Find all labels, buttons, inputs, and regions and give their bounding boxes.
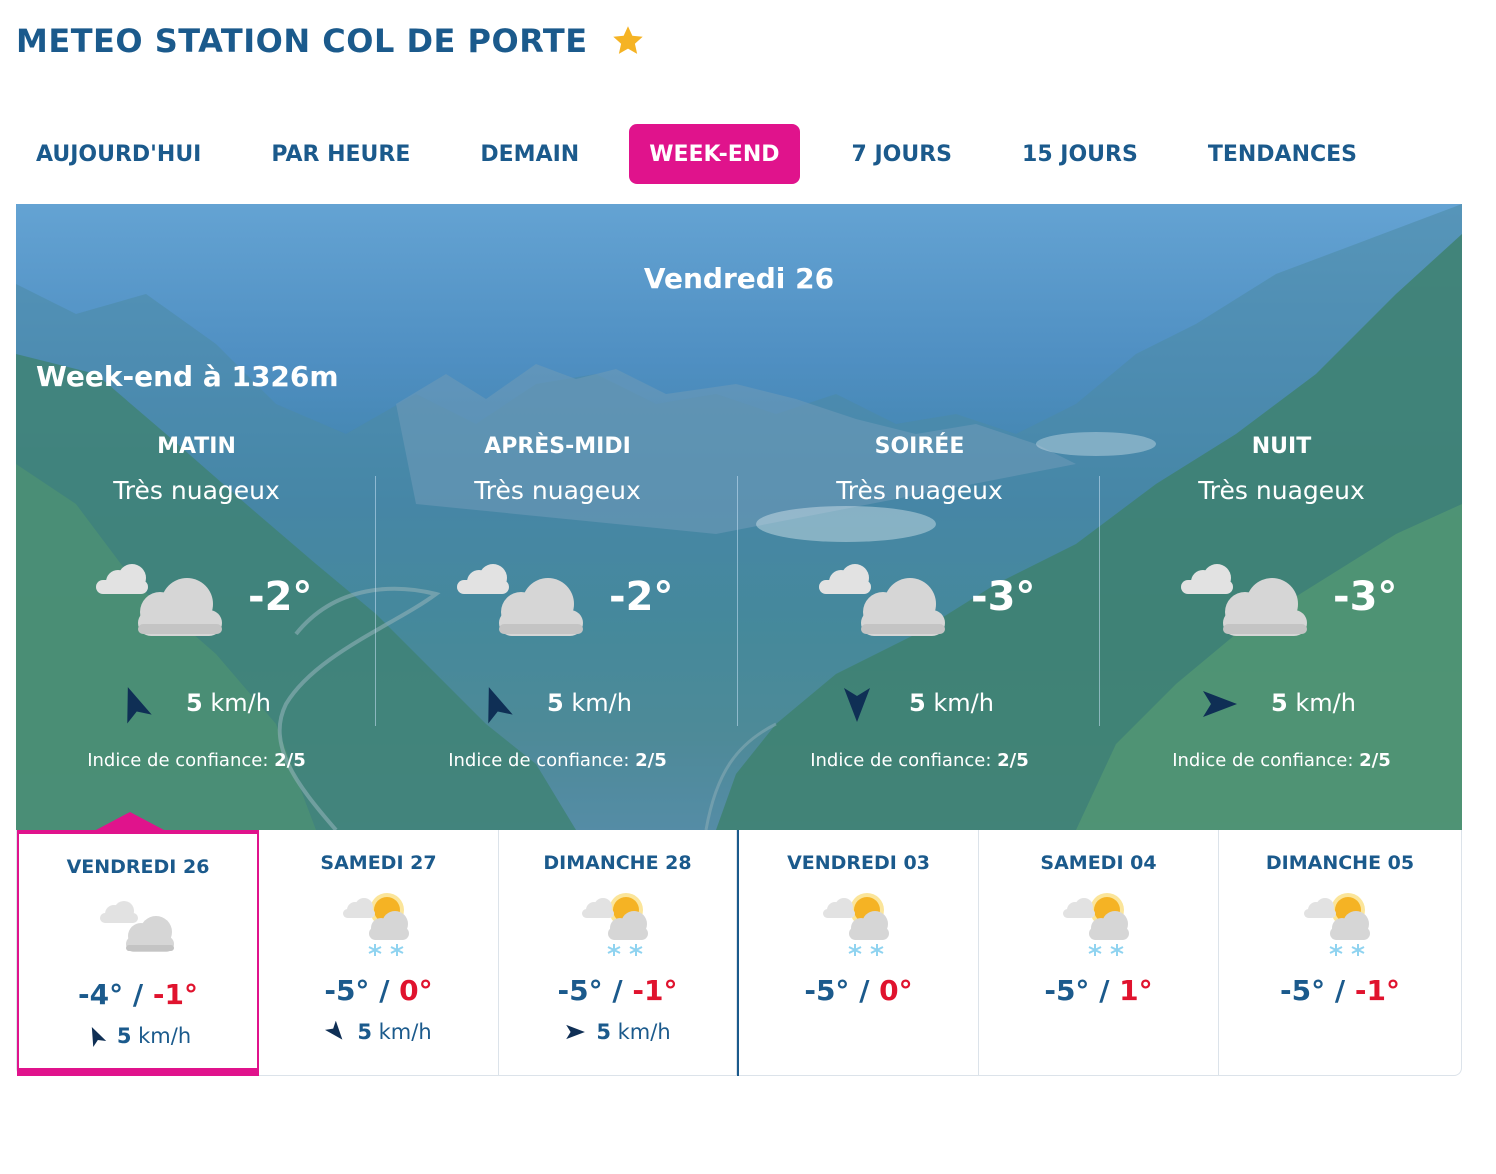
- wind-arrow-icon: [325, 1021, 343, 1040]
- day-strip: VENDREDI 26 -4° / -1° 5 km/h SAMEDI 27 -…: [16, 830, 1462, 1076]
- cloudy-icon: [1181, 564, 1307, 636]
- day-card-samedi-27[interactable]: SAMEDI 27 -5° / 0° 5 km/h: [259, 830, 499, 1076]
- period-temperature: -3°: [971, 574, 1036, 620]
- cloudy-icon: [96, 564, 222, 636]
- tab-15-jours[interactable]: 15 JOURS: [1002, 124, 1158, 184]
- period-matin: MATIN Très nuageux -2° 5 km/h Indice de …: [16, 434, 377, 794]
- period-name: MATIN: [157, 434, 236, 459]
- temp-max: -1°: [1354, 974, 1400, 1007]
- period-divider: [1099, 476, 1100, 726]
- confidence-index: Indice de confiance: 2/5: [810, 750, 1029, 771]
- period-apres-midi: APRÈS-MIDI Très nuageux -2° 5 km/h Indic…: [377, 434, 738, 794]
- selected-day-pointer: [96, 812, 164, 830]
- temp-separator: /: [612, 974, 623, 1007]
- wind-arrow-icon: [488, 687, 513, 724]
- confidence-index: Indice de confiance: 2/5: [448, 750, 667, 771]
- day-name: DIMANCHE 05: [1265, 852, 1415, 874]
- header: METEO STATION COL DE PORTE: [16, 18, 646, 64]
- day-wind: 5 km/h: [499, 1020, 736, 1044]
- page-title: METEO STATION COL DE PORTE: [16, 22, 588, 60]
- wind-arrow-icon: [844, 688, 870, 722]
- period-wind: 5 km/h: [1271, 689, 1356, 717]
- weekend-hero: Vendredi 26 Week-end à 1326m MATIN Très …: [16, 204, 1462, 830]
- day-name: SAMEDI 04: [1040, 852, 1157, 874]
- cloudy-icon: [457, 564, 583, 636]
- period-temperature: -3°: [1333, 574, 1398, 620]
- period-temperature: -2°: [248, 574, 313, 620]
- period-divider: [737, 476, 738, 726]
- wind-arrow-icon: [91, 1027, 107, 1047]
- forecast-tabs: AUJOURD'HUI PAR HEURE DEMAIN WEEK-END 7 …: [16, 124, 1377, 184]
- tab-demain[interactable]: DEMAIN: [460, 124, 599, 184]
- temp-min: -5°: [324, 974, 370, 1007]
- period-condition: Très nuageux: [836, 476, 1003, 505]
- temp-min: -5°: [557, 974, 603, 1007]
- temp-min: -5°: [804, 974, 850, 1007]
- period-name: APRÈS-MIDI: [484, 434, 631, 459]
- day-name: VENDREDI 03: [787, 852, 930, 874]
- altitude-label: Week-end à 1326m: [36, 360, 339, 393]
- day-temperatures: -5° / 0°: [259, 974, 498, 1007]
- confidence-index: Indice de confiance: 2/5: [1172, 750, 1391, 771]
- tab-par-heure[interactable]: PAR HEURE: [251, 124, 430, 184]
- period-wind: 5 km/h: [186, 689, 271, 717]
- cloudy-icon: [100, 901, 174, 952]
- period-name: NUIT: [1251, 434, 1312, 459]
- period-name: SOIRÉE: [874, 434, 965, 459]
- temp-separator: /: [1334, 974, 1346, 1007]
- star-icon[interactable]: [610, 23, 646, 59]
- temp-min: -5°: [1044, 974, 1090, 1007]
- temp-separator: /: [379, 974, 390, 1007]
- day-card-dimanche-05[interactable]: DIMANCHE 05 -5° / -1°: [1219, 830, 1461, 1076]
- sun-cloud-snow-icon: [1304, 893, 1370, 956]
- period-condition: Très nuageux: [474, 476, 641, 505]
- tab-tendances[interactable]: TENDANCES: [1188, 124, 1377, 184]
- day-temperatures: -5° / 0°: [739, 974, 978, 1007]
- tab-aujourdhui[interactable]: AUJOURD'HUI: [16, 124, 221, 184]
- period-divider: [375, 476, 376, 726]
- hero-date: Vendredi 26: [643, 262, 835, 295]
- temp-max: -1°: [152, 978, 198, 1011]
- period-wind: 5 km/h: [547, 689, 632, 717]
- period-nuit: NUIT Très nuageux -3° 5 km/h Indice de c…: [1101, 434, 1462, 794]
- temp-max: -1°: [632, 974, 678, 1007]
- tab-week-end[interactable]: WEEK-END: [629, 124, 800, 184]
- day-card-dimanche-28[interactable]: DIMANCHE 28 -5° / -1° 5 km/h: [499, 830, 737, 1076]
- temp-separator: /: [859, 974, 870, 1007]
- period-wind: 5 km/h: [909, 689, 994, 717]
- sun-cloud-snow-icon: [1062, 893, 1129, 956]
- cloudy-icon: [819, 564, 945, 636]
- period-condition: Très nuageux: [113, 476, 280, 505]
- day-temperatures: -5° / 1°: [979, 974, 1218, 1007]
- day-name: DIMANCHE 28: [543, 852, 692, 874]
- temp-separator: /: [132, 978, 144, 1011]
- day-temperatures: -5° / -1°: [499, 974, 736, 1007]
- day-temperatures: -4° / -1°: [19, 978, 257, 1011]
- sun-cloud-snow-icon: [342, 893, 409, 956]
- day-wind: 5 km/h: [259, 1020, 498, 1044]
- wind-arrow-icon: [566, 1024, 586, 1040]
- wind-arrow-icon: [1203, 691, 1237, 717]
- day-card-vendredi-03[interactable]: VENDREDI 03 -5° / 0°: [739, 830, 979, 1076]
- period-condition: Très nuageux: [1198, 476, 1365, 505]
- temp-max: 1°: [1119, 974, 1153, 1007]
- temp-max: 0°: [399, 974, 433, 1007]
- period-temperature: -2°: [609, 574, 674, 620]
- day-temperatures: -5° / -1°: [1219, 974, 1461, 1007]
- tab-7-jours[interactable]: 7 JOURS: [832, 124, 973, 184]
- day-card-samedi-04[interactable]: SAMEDI 04 -5° / 1°: [979, 830, 1219, 1076]
- temp-min: -4°: [78, 978, 124, 1011]
- sun-cloud-snow-icon: [581, 893, 648, 956]
- confidence-index: Indice de confiance: 2/5: [87, 750, 306, 771]
- temp-min: -5°: [1280, 974, 1326, 1007]
- day-name: VENDREDI 26: [66, 856, 210, 878]
- temp-separator: /: [1099, 974, 1110, 1007]
- period-soiree: SOIRÉE Très nuageux -3° 5 km/h Indice de…: [739, 434, 1100, 794]
- sun-cloud-snow-icon: [822, 893, 889, 956]
- day-name: SAMEDI 27: [320, 852, 437, 874]
- wind-arrow-icon: [127, 687, 152, 724]
- day-card-vendredi-26[interactable]: VENDREDI 26 -4° / -1° 5 km/h: [17, 830, 259, 1076]
- temp-max: 0°: [879, 974, 913, 1007]
- day-wind: 5 km/h: [19, 1024, 257, 1048]
